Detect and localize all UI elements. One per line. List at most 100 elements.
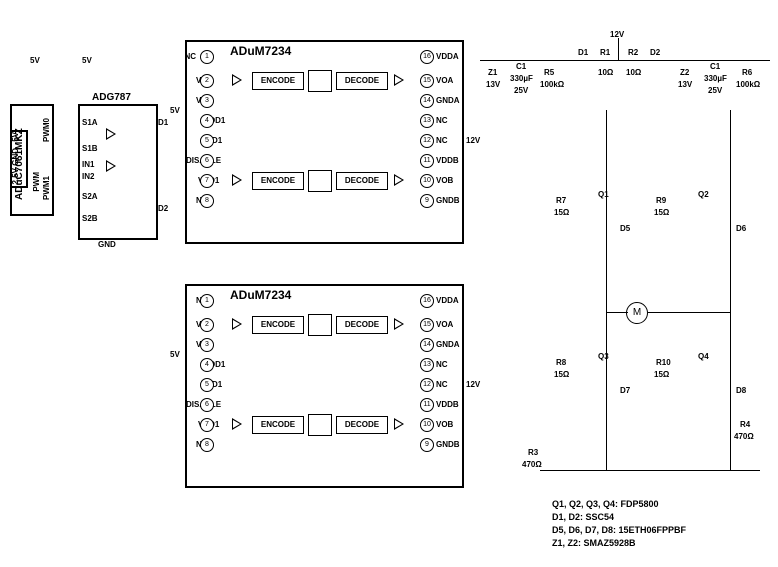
boot-c2r: 25V xyxy=(708,86,722,95)
iso1-r2: VOA xyxy=(436,76,453,85)
boot-r2: R2 xyxy=(628,48,638,57)
sw-s2b: S2B xyxy=(82,214,98,223)
buf-icon xyxy=(232,74,242,86)
boot-c1v: 330µF xyxy=(510,74,533,83)
buf-icon xyxy=(232,318,242,330)
iso1-rn4: 13 xyxy=(420,114,434,128)
boot-r1: R1 xyxy=(600,48,610,57)
boot-c1: C1 xyxy=(516,62,526,71)
boot-c2v: 330µF xyxy=(704,74,727,83)
iso1-ln6: 6 xyxy=(200,154,214,168)
iso2-r8: GNDB xyxy=(436,440,460,449)
iso1-ln1: 1 xyxy=(200,50,214,64)
sw-d2: D2 xyxy=(158,204,168,213)
wire xyxy=(540,470,760,471)
iso2-rn2: 15 xyxy=(420,318,434,332)
wire xyxy=(606,312,628,313)
rail-5v: 5V xyxy=(11,132,20,142)
iso2-r7: VOB xyxy=(436,420,453,429)
iso1-ln3: 3 xyxy=(200,94,214,108)
iso2-rn1: 16 xyxy=(420,294,434,308)
iso2-r5: NC xyxy=(436,380,448,389)
iso2-ln7: 7 xyxy=(200,418,214,432)
buf-icon xyxy=(394,318,404,330)
iso1-enc2: ENCODE xyxy=(252,172,304,190)
sw-5v-b: 5V xyxy=(82,56,92,65)
iso2-v12: 12V xyxy=(466,380,480,389)
sig-pwm1: PWM1 xyxy=(42,176,51,200)
iso2-rn3: 14 xyxy=(420,338,434,352)
br-r9: R9 xyxy=(656,196,666,205)
wire xyxy=(606,110,607,470)
iso1-rn3: 14 xyxy=(420,94,434,108)
buffer-icon-1 xyxy=(106,128,116,140)
motor-icon: M xyxy=(626,302,648,324)
br-q4: Q4 xyxy=(698,352,709,361)
wire xyxy=(618,38,619,60)
iso1-r6: VDDB xyxy=(436,156,459,165)
iso1-rn2: 15 xyxy=(420,74,434,88)
iso2-r3: GNDA xyxy=(436,340,460,349)
note-l4: Z1, Z2: SMAZ5928B xyxy=(552,537,686,550)
boot-z1: Z1 xyxy=(488,68,497,77)
iso2-ln5: 5 xyxy=(200,378,214,392)
iso2-rn6: 11 xyxy=(420,398,434,412)
br-r9v: 15Ω xyxy=(654,208,669,217)
boot-z2: Z2 xyxy=(680,68,689,77)
iso2-name: ADuM7234 xyxy=(230,288,291,302)
iso1-rn7: 10 xyxy=(420,174,434,188)
br-d5: D5 xyxy=(620,224,630,233)
sw-in2: IN2 xyxy=(82,172,94,181)
iso1-r3: GNDA xyxy=(436,96,460,105)
boot-r5: R5 xyxy=(544,68,554,77)
iso1-v12: 12V xyxy=(466,136,480,145)
boot-z1v: 13V xyxy=(486,80,500,89)
iso1-rn1: 16 xyxy=(420,50,434,64)
iso2-r1: VDDA xyxy=(436,296,459,305)
iso2-r4: NC xyxy=(436,360,448,369)
buf-icon xyxy=(232,418,242,430)
br-q2: Q2 xyxy=(698,190,709,199)
br-r8: R8 xyxy=(556,358,566,367)
wire xyxy=(730,110,731,470)
iso1-rn6: 11 xyxy=(420,154,434,168)
iso2-xfmr2 xyxy=(308,414,332,436)
note-l1: Q1, Q2, Q3, Q4: FDP5800 xyxy=(552,498,686,511)
iso2-enc1: ENCODE xyxy=(252,316,304,334)
iso2-r6: VDDB xyxy=(436,400,459,409)
iso1-dec1: DECODE xyxy=(336,72,388,90)
br-q1: Q1 xyxy=(598,190,609,199)
sw-5v-a: 5V xyxy=(30,56,40,65)
br-r10v: 15Ω xyxy=(654,370,669,379)
iso2-enc2: ENCODE xyxy=(252,416,304,434)
boot-d1: D1 xyxy=(578,48,588,57)
rail-2v5: 2.5V xyxy=(11,168,20,184)
wire xyxy=(480,60,770,61)
boot-z2v: 13V xyxy=(678,80,692,89)
iso2-ln2: 2 xyxy=(200,318,214,332)
br-r4: R4 xyxy=(740,420,750,429)
wire xyxy=(648,312,730,313)
iso2-rn7: 10 xyxy=(420,418,434,432)
iso1-r5: NC xyxy=(436,136,448,145)
iso1-r7: VOB xyxy=(436,176,453,185)
boot-r6: R6 xyxy=(742,68,752,77)
iso1-r8: GNDB xyxy=(436,196,460,205)
br-q3: Q3 xyxy=(598,352,609,361)
iso1-name: ADuM7234 xyxy=(230,44,291,58)
iso1-ln8: 8 xyxy=(200,194,214,208)
br-d6: D6 xyxy=(736,224,746,233)
iso1-dec2: DECODE xyxy=(336,172,388,190)
br-r10: R10 xyxy=(656,358,671,367)
iso1-enc1: ENCODE xyxy=(252,72,304,90)
iso1-ln2: 2 xyxy=(200,74,214,88)
br-r7: R7 xyxy=(556,196,566,205)
sw-d1: D1 xyxy=(158,118,168,127)
iso1-rn8: 9 xyxy=(420,194,434,208)
iso1-xfmr2 xyxy=(308,170,332,192)
iso1-r1: VDDA xyxy=(436,52,459,61)
iso2-ln6: 6 xyxy=(200,398,214,412)
iso2-r2: VOA xyxy=(436,320,453,329)
iso2-ln4: 4 xyxy=(200,358,214,372)
buffer-icon-2 xyxy=(106,160,116,172)
